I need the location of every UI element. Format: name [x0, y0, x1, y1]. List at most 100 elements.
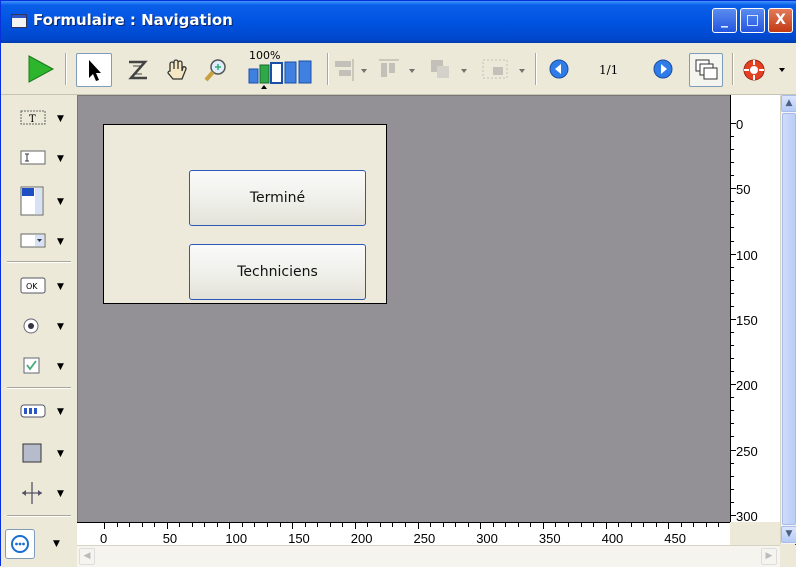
vertical-ruler-tick: [731, 475, 734, 477]
vertical-ruler-tick: [731, 345, 734, 347]
group-icon: [482, 59, 525, 79]
horizontal-ruler-tick: [430, 523, 432, 527]
toolbar-separator: [65, 53, 67, 85]
vertical-ruler-tick: [731, 488, 734, 490]
resize-grip[interactable]: [780, 545, 796, 567]
horizontal-scrollbar[interactable]: ◀ ▶: [77, 545, 780, 567]
termine-button[interactable]: Terminé: [189, 170, 366, 226]
zoom-tool-button[interactable]: [201, 55, 231, 85]
chevron-down-icon: ▼: [57, 154, 64, 164]
maximize-button[interactable]: □: [740, 8, 765, 33]
chevron-down-icon: ▼: [57, 197, 64, 207]
minimize-button[interactable]: _: [712, 8, 737, 33]
vertical-ruler-tick: [731, 266, 734, 268]
horizontal-ruler-tick: [141, 523, 143, 527]
horizontal-ruler-tick: [279, 523, 281, 527]
palette-separator: [7, 387, 71, 389]
close-button[interactable]: X: [768, 8, 793, 33]
horizontal-ruler-tick: [593, 523, 595, 527]
horizontal-ruler-tick: [680, 523, 682, 527]
run-form-button[interactable]: [23, 53, 57, 85]
scroll-down-button[interactable]: ▼: [781, 526, 796, 543]
scroll-right-button[interactable]: ▶: [761, 548, 777, 565]
next-page-icon: [653, 59, 673, 79]
page-indicator: 1/1: [599, 63, 619, 77]
vertical-ruler-tick: [731, 397, 734, 399]
vertical-scroll-thumb[interactable]: [782, 113, 796, 525]
chevron-down-icon: ▼: [57, 489, 64, 499]
splitter-tool[interactable]: ▼: [19, 480, 67, 506]
plugin-button[interactable]: [5, 529, 35, 559]
form-page[interactable]: Terminé Techniciens: [103, 124, 387, 304]
horizontal-ruler-label: 300: [476, 531, 498, 546]
horizontal-ruler-tick: [304, 523, 306, 527]
vertical-scrollbar[interactable]: ▲ ▼: [780, 95, 796, 544]
vertical-ruler-tick: [731, 201, 734, 203]
combo-box-tool[interactable]: ▼: [19, 228, 67, 254]
horizontal-ruler-tick: [116, 523, 118, 527]
next-page-button[interactable]: [651, 57, 675, 81]
chevron-down-icon: ▼: [57, 114, 64, 124]
horizontal-ruler-tick: [154, 523, 156, 527]
previous-page-icon: [549, 59, 569, 79]
button-tool[interactable]: OK ▼: [19, 273, 67, 299]
arrange-icon: [431, 60, 467, 78]
vertical-ruler-label: 200: [736, 378, 758, 394]
previous-page-button[interactable]: [547, 57, 571, 81]
form-editor-window: Formulaire : Navigation _ □ X 100% 1/1 T…: [0, 0, 796, 567]
horizontal-ruler-tick: [455, 523, 457, 527]
chevron-down-icon: ▼: [57, 449, 64, 459]
input-field-tool[interactable]: ▼: [19, 145, 67, 171]
horizontal-ruler-tick: [442, 523, 444, 527]
main-toolbar: 100% 1/1: [1, 43, 796, 95]
chevron-down-icon: ▼: [57, 362, 64, 372]
title-bar[interactable]: Formulaire : Navigation _ □ X: [1, 1, 796, 43]
horizontal-ruler-tick: [204, 523, 206, 527]
layers-button[interactable]: [689, 53, 723, 87]
horizontal-ruler-tick: [329, 523, 331, 527]
toolbar-separator: [732, 53, 734, 85]
horizontal-ruler-tick: [668, 523, 670, 529]
select-tool-button[interactable]: [76, 53, 112, 87]
techniciens-button[interactable]: Techniciens: [189, 244, 366, 300]
vertical-ruler-tick: [731, 175, 734, 177]
checkbox-tool[interactable]: ▼: [19, 353, 67, 379]
radio-button-icon: [23, 318, 39, 334]
vertical-ruler-tick: [731, 214, 734, 216]
progress-bar-icon: [20, 404, 46, 418]
z-order-button[interactable]: [123, 55, 153, 85]
horizontal-ruler-tick: [216, 523, 218, 527]
vertical-ruler-tick: [731, 384, 736, 386]
design-canvas[interactable]: Terminé Techniciens: [77, 95, 730, 522]
hand-tool-button[interactable]: [161, 55, 191, 85]
rectangle-tool[interactable]: ▼: [19, 440, 67, 466]
toolbar-separator: [327, 53, 329, 85]
chevron-down-icon: ▼: [57, 407, 64, 417]
horizontal-ruler-tick: [605, 523, 607, 529]
distribute-icon: [379, 59, 415, 77]
list-box-tool[interactable]: ▼: [19, 183, 67, 219]
horizontal-ruler-tick: [367, 523, 369, 527]
distribute-button: [375, 57, 419, 83]
radio-button-tool[interactable]: ▼: [19, 313, 67, 339]
horizontal-ruler-tick: [467, 523, 469, 527]
progress-indicator-tool[interactable]: ▼: [19, 398, 67, 424]
vertical-ruler-tick: [731, 331, 734, 333]
horizontal-ruler-tick: [580, 523, 582, 527]
scroll-left-button[interactable]: ◀: [79, 548, 95, 565]
text-tool[interactable]: T ▼: [19, 105, 67, 131]
rectangle-icon: [22, 443, 42, 463]
play-icon: [28, 55, 55, 83]
debug-button[interactable]: [741, 57, 789, 83]
scroll-up-button[interactable]: ▲: [781, 95, 796, 112]
toolbar-separator: [535, 53, 537, 85]
horizontal-ruler-tick: [166, 523, 168, 529]
horizontal-ruler-tick: [530, 523, 532, 527]
horizontal-ruler-label: 400: [601, 531, 624, 546]
zoom-level-control[interactable]: 100%: [245, 49, 325, 89]
horizontal-ruler-label: 200: [350, 531, 373, 546]
horizontal-ruler-tick: [191, 523, 193, 527]
horizontal-ruler-tick: [292, 523, 294, 529]
chevron-down-icon: ▼: [53, 539, 60, 549]
horizontal-ruler-tick: [517, 523, 519, 527]
